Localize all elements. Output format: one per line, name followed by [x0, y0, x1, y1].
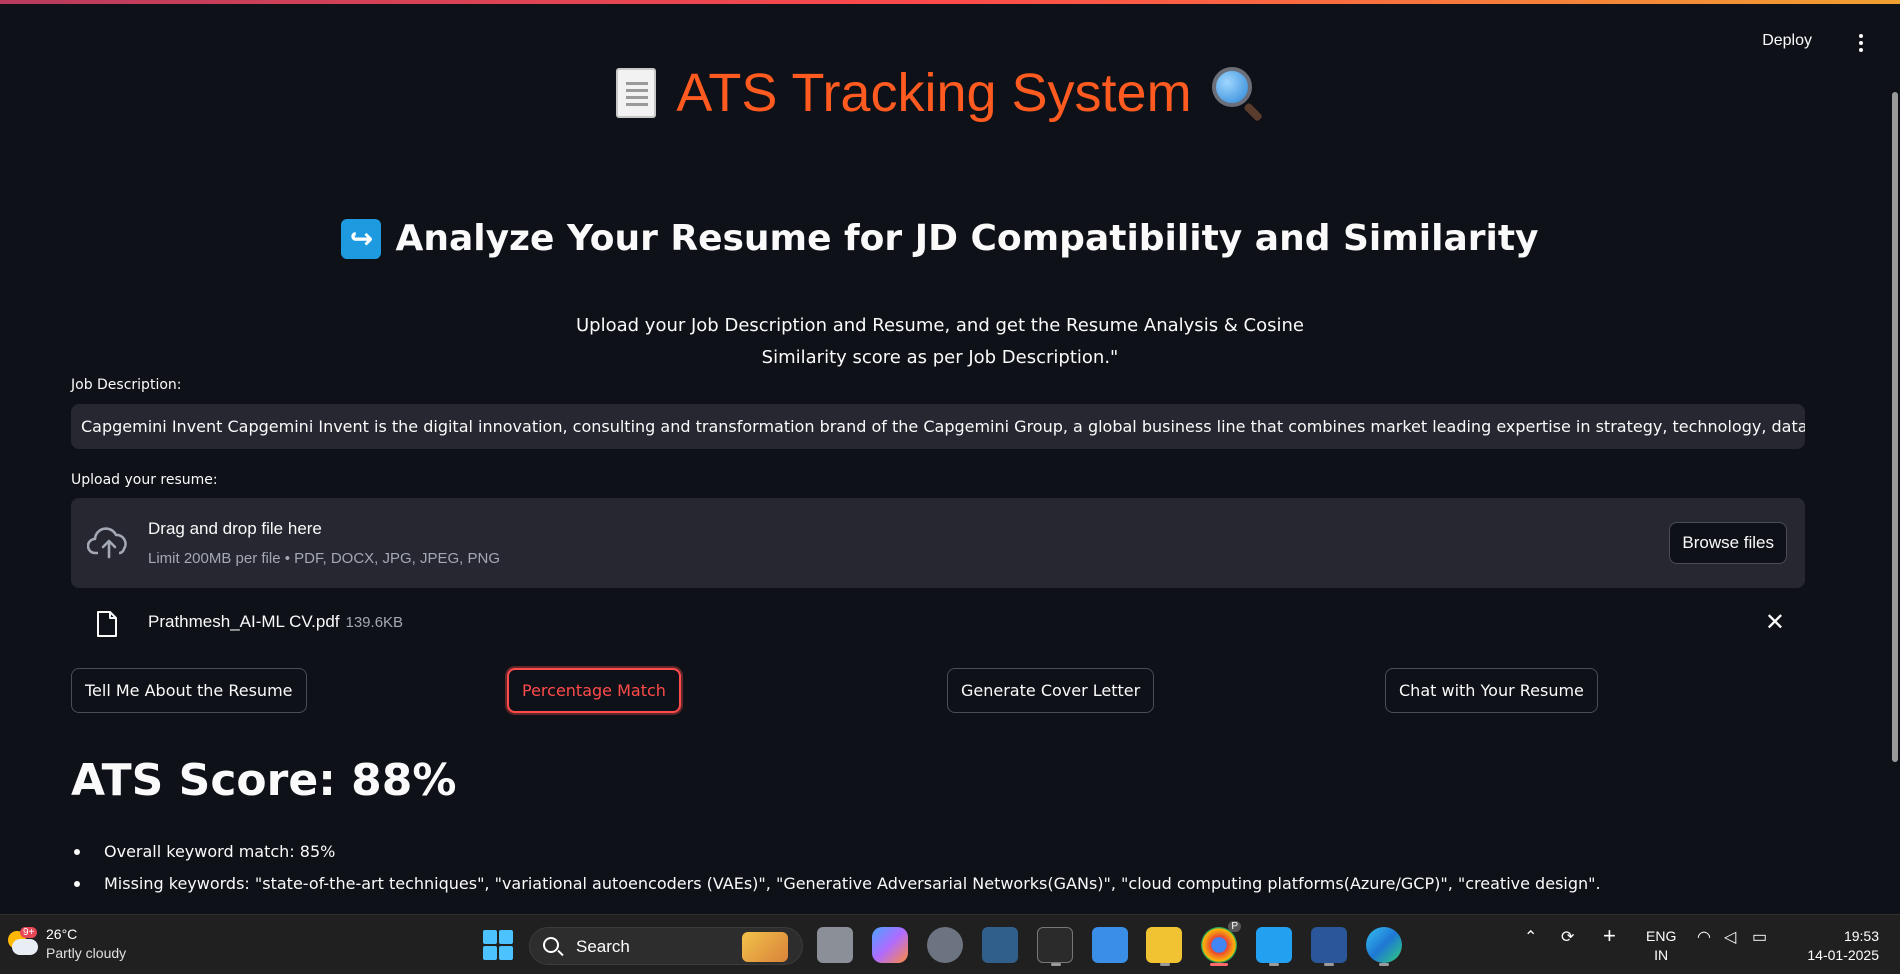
running-indicator — [1324, 963, 1334, 966]
clock[interactable]: 19:53 14-01-2025 — [1797, 927, 1879, 965]
weather-condition: Partly cloudy — [46, 945, 127, 961]
language-indicator[interactable]: ENG IN — [1646, 927, 1676, 965]
tell-me-about-resume-button[interactable]: Tell Me About the Resume — [71, 668, 307, 713]
deploy-button[interactable]: Deploy — [1762, 32, 1812, 50]
sync-icon[interactable]: ⟳ — [1561, 927, 1574, 947]
file-name-text: Prathmesh_AI-ML CV.pdf — [148, 612, 340, 631]
running-indicator — [1051, 963, 1061, 966]
return-arrow-icon: ↪ — [341, 218, 382, 259]
document-icon — [616, 68, 657, 118]
edge-icon[interactable] — [1366, 927, 1402, 963]
ats-score-heading: ATS Score: 88% — [71, 755, 457, 806]
task-view-icon[interactable] — [817, 927, 853, 963]
taskbar-search[interactable]: Search — [529, 927, 803, 965]
dropzone-limit-text: Limit 200MB per file • PDF, DOCX, JPG, J… — [148, 550, 501, 567]
volume-icon[interactable]: ◁ — [1724, 927, 1736, 947]
list-item: Overall keyword match: 85% — [71, 836, 1601, 868]
clock-time: 19:53 — [1843, 928, 1879, 944]
terminal-icon[interactable] — [1037, 927, 1073, 963]
chrome-icon[interactable]: P — [1201, 921, 1241, 963]
file-dropzone[interactable]: Drag and drop file here Limit 200MB per … — [71, 498, 1805, 588]
partly-cloudy-icon: 9+ — [8, 927, 38, 957]
region-code: IN — [1654, 947, 1669, 963]
file-icon — [97, 611, 117, 637]
file-name: Prathmesh_AI-ML CV.pdf 139.6KB — [148, 612, 403, 632]
scrollbar-thumb[interactable] — [1892, 92, 1898, 762]
wifi-icon[interactable]: ◠ — [1697, 927, 1711, 947]
clock-date: 14-01-2025 — [1807, 947, 1879, 963]
settings-gear-icon[interactable] — [927, 927, 963, 963]
file-size: 139.6KB — [345, 614, 404, 631]
running-indicator — [1269, 963, 1279, 966]
cloud-upload-icon — [87, 527, 127, 559]
percentage-match-button[interactable]: Percentage Match — [507, 668, 681, 713]
main-menu-icon[interactable] — [1858, 34, 1864, 52]
taskbar: 9+ 26°C Partly cloudy Search P ⌃ ⟳ + ENG… — [0, 914, 1900, 974]
section-heading: Analyze Your Resume for JD Compatibility… — [395, 218, 1539, 259]
page-title-row: ATS Tracking System — [616, 62, 1263, 124]
page-title: ATS Tracking System — [676, 63, 1192, 123]
job-description-label: Job Description: — [71, 377, 182, 393]
list-item: Missing keywords: "state-of-the-art tech… — [71, 868, 1601, 900]
battery-icon[interactable]: ▭ — [1752, 927, 1767, 947]
section-heading-row: ↪ Analyze Your Resume for JD Compatibili… — [341, 218, 1539, 259]
intro-text: Upload your Job Description and Resume, … — [540, 310, 1340, 374]
intro-line-1: Upload your Job Description and Resume, … — [576, 315, 1304, 336]
chrome-profile-badge: P — [1228, 921, 1241, 932]
weather-badge: 9+ — [20, 927, 38, 938]
word-icon[interactable] — [1311, 927, 1347, 963]
chevron-up-icon[interactable]: ⌃ — [1524, 927, 1537, 947]
language-code: ENG — [1646, 928, 1677, 944]
temperature: 26°C — [46, 926, 78, 942]
scrollbar[interactable] — [1890, 4, 1900, 914]
plus-icon[interactable]: + — [1603, 923, 1616, 949]
running-indicator — [1160, 963, 1170, 966]
running-indicator — [1379, 963, 1389, 966]
browse-files-button[interactable]: Browse files — [1669, 522, 1787, 564]
uploaded-file-row: Prathmesh_AI-ML CV.pdf 139.6KB ✕ — [71, 600, 1805, 646]
dropzone-title: Drag and drop file here — [148, 519, 322, 538]
top-accent-bar — [0, 0, 1900, 4]
chat-with-resume-button[interactable]: Chat with Your Resume — [1385, 668, 1598, 713]
notepad-icon[interactable] — [1092, 927, 1128, 963]
windows-start-icon[interactable] — [480, 927, 516, 963]
resume-upload-label: Upload your resume: — [71, 472, 218, 488]
vscode-icon[interactable] — [1256, 927, 1292, 963]
file-explorer-icon[interactable] — [1146, 927, 1182, 963]
magnifying-glass-icon — [1211, 67, 1264, 122]
intro-line-2: Similarity score as per Job Description.… — [761, 347, 1119, 368]
weather-widget[interactable]: 9+ 26°C Partly cloudy — [8, 925, 126, 963]
search-icon — [543, 937, 559, 953]
remove-file-icon[interactable]: ✕ — [1765, 608, 1785, 636]
search-highlight-image — [742, 932, 788, 962]
job-description-input[interactable]: Capgemini Invent Capgemini Invent is the… — [71, 404, 1805, 449]
mysql-workbench-icon[interactable] — [982, 927, 1018, 963]
copilot-icon[interactable] — [872, 927, 908, 963]
generate-cover-letter-button[interactable]: Generate Cover Letter — [947, 668, 1155, 713]
search-label: Search — [576, 937, 630, 956]
active-app-indicator — [1210, 963, 1228, 966]
result-bullets: Overall keyword match: 85% Missing keywo… — [71, 836, 1601, 900]
